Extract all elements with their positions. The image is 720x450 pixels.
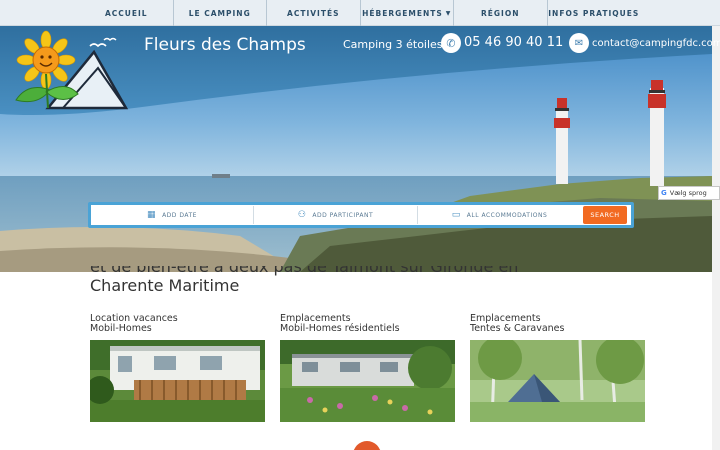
add-participant-label: ADD PARTICIPANT [312, 211, 374, 219]
nav-item-region[interactable]: RÉGION [454, 0, 548, 26]
top-navigation: ACCUEIL LE CAMPING ACTIVITÉS HÉBERGEMENT… [0, 0, 720, 26]
nav-item-hebergements[interactable]: HÉBERGEMENTS ▼ [361, 0, 454, 26]
card-subtitle: Tentes & Caravanes [470, 323, 565, 334]
scroll-up-button[interactable] [353, 441, 381, 450]
add-participant-field[interactable]: ⚇ ADD PARTICIPANT [254, 206, 418, 224]
card-subtitle: Mobil-Homes résidentiels [280, 323, 400, 334]
accommodation-label: ALL ACCOMMODATIONS [466, 211, 548, 219]
booking-search-bar: ▦ ADD DATE ⚇ ADD PARTICIPANT ▭ ALL ACCOM… [88, 202, 634, 228]
search-button[interactable]: SEARCH [583, 206, 627, 224]
mail-icon: ✉ [569, 33, 589, 53]
rating-text: Camping 3 étoiles [343, 38, 443, 51]
page-scrollbar[interactable] [712, 26, 720, 450]
caret-down-icon: ▼ [445, 9, 452, 17]
nav-item-infos-pratiques[interactable]: INFOS PRATIQUES [548, 0, 641, 26]
email-link[interactable]: contact@campingfdc.com [592, 38, 720, 49]
people-icon: ⚇ [297, 210, 307, 220]
card-subtitle: Mobil-Homes [90, 323, 152, 334]
nav-item-le-camping[interactable]: LE CAMPING [174, 0, 267, 26]
language-selector-label: Vælg sprog [669, 189, 707, 197]
nav-item-accueil[interactable]: ACCUEIL [80, 0, 174, 26]
phone-number[interactable]: 05 46 90 40 11 [464, 35, 563, 50]
bed-icon: ▭ [451, 210, 461, 220]
intro-line-2: Charente Maritime [90, 276, 240, 295]
card-mobil-homes-residentiels[interactable]: Emplacements Mobil-Homes résidentiels [280, 314, 455, 422]
card-tentes-caravanes[interactable]: Emplacements Tentes & Caravanes [470, 314, 645, 422]
site-logo[interactable] [8, 30, 132, 114]
language-selector[interactable]: G Vælg sprog [658, 186, 720, 200]
card-mobil-homes[interactable]: Location vacances Mobil-Homes [90, 314, 265, 422]
add-date-label: ADD DATE [162, 211, 197, 219]
phone-icon: ✆ [441, 33, 461, 53]
intro-line-1: et de bien-être à deux pas de Talmont su… [90, 266, 519, 276]
calendar-icon: ▦ [147, 210, 157, 220]
tent-pitch-photo[interactable] [470, 340, 645, 422]
accommodation-select[interactable]: ▭ ALL ACCOMMODATIONS [418, 206, 581, 224]
add-date-field[interactable]: ▦ ADD DATE [91, 206, 254, 224]
google-icon: G [661, 189, 667, 197]
mobil-home-photo[interactable] [90, 340, 265, 422]
nav-item-activites[interactable]: ACTIVITÉS [267, 0, 361, 26]
residential-mobil-home-photo[interactable] [280, 340, 455, 422]
site-title[interactable]: Fleurs des Champs [144, 35, 306, 55]
intro-text: et de bien-être à deux pas de Talmont su… [90, 266, 518, 295]
